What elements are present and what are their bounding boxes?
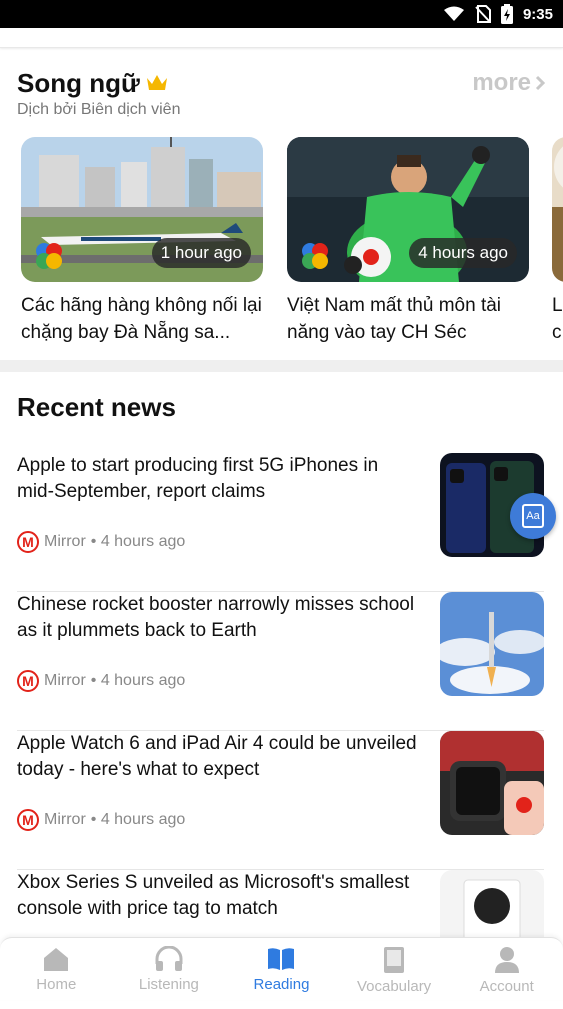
- news-time: • 4 hours ago: [90, 811, 186, 828]
- bilingual-card[interactable]: 4 hours ago Việt Nam mất thủ môn tài năn…: [287, 137, 529, 346]
- news-time: • 4 hours ago: [90, 672, 186, 689]
- bilingual-carousel[interactable]: 1 hour ago Các hãng hàng không nối lại c…: [21, 137, 563, 347]
- news-item[interactable]: Apple to start producing first 5G iPhone…: [17, 453, 544, 592]
- card-image-airport: 1 hour ago: [21, 137, 263, 282]
- crown-icon: [146, 75, 167, 90]
- news-title: Xbox Series S unveiled as Microsoft's sm…: [17, 872, 410, 919]
- news-meta: M Mirror • 4 hours ago: [17, 531, 185, 553]
- more-label: more: [472, 69, 531, 96]
- bilingual-card[interactable]: L c: [552, 137, 563, 346]
- song-ngu-subtitle: Dịch bởi Biên dịch viên: [17, 101, 181, 118]
- section-separator: [0, 360, 563, 372]
- card-title: Việt Nam mất thủ môn tài năng vào tay CH…: [287, 295, 502, 343]
- time-badge: 4 hours ago: [409, 238, 517, 268]
- book-icon: [268, 948, 295, 970]
- news-meta: M Mirror • 4 hours ago: [17, 809, 185, 831]
- news-time: • 4 hours ago: [90, 533, 186, 550]
- bottom-nav: Home Listening Reading Vocabulary Accoun…: [0, 937, 563, 1000]
- nav-item-listening[interactable]: Listening: [113, 938, 226, 1000]
- nav-label: Listening: [138, 976, 199, 993]
- no-sim-icon: [475, 5, 491, 23]
- mirror-logo-icon: M: [17, 809, 39, 831]
- person-icon: [494, 947, 519, 973]
- headphones-icon: [155, 946, 183, 971]
- news-thumbnail-rocket: [440, 592, 544, 696]
- nav-item-vocabulary[interactable]: Vocabulary: [338, 938, 451, 1000]
- news-item[interactable]: Chinese rocket booster narrowly misses s…: [17, 592, 544, 731]
- wifi-icon: [443, 6, 464, 21]
- bilingual-card[interactable]: 1 hour ago Các hãng hàng không nối lại c…: [21, 137, 263, 346]
- news-title: Chinese rocket booster narrowly misses s…: [17, 594, 415, 641]
- bilingual-flag-icon: [302, 243, 328, 269]
- news-item[interactable]: Apple Watch 6 and iPad Air 4 could be un…: [17, 731, 544, 870]
- home-icon: [44, 948, 69, 971]
- battery-charging-icon: [500, 4, 513, 24]
- nav-label: Account: [479, 978, 534, 995]
- card-image-partial: [552, 137, 563, 282]
- top-header-edge: [0, 28, 563, 48]
- news-title: Apple Watch 6 and iPad Air 4 could be un…: [17, 733, 417, 780]
- news-source: Mirror: [44, 533, 86, 550]
- nav-label: Home: [36, 976, 77, 993]
- mirror-logo-icon: M: [17, 670, 39, 692]
- news-source: Mirror: [44, 672, 86, 689]
- news-thumbnail-watch: [440, 731, 544, 835]
- text-size-button[interactable]: Aa: [510, 493, 556, 539]
- nav-item-home[interactable]: Home: [0, 938, 113, 1000]
- recent-news-title: Recent news: [17, 392, 176, 422]
- card-title: L c: [552, 295, 562, 343]
- nav-label: Reading: [253, 976, 310, 993]
- time-badge: 1 hour ago: [151, 238, 251, 268]
- book-aa-icon: Aa: [522, 504, 544, 528]
- news-meta: M Mirror • 4 hours ago: [17, 670, 185, 692]
- news-source: Mirror: [44, 811, 86, 828]
- card-title: Các hãng hàng không nối lại chặng bay Đà…: [21, 295, 262, 343]
- bilingual-flag-icon: [36, 243, 62, 269]
- song-ngu-title: Song ngữ: [17, 67, 140, 98]
- status-bar: 9:35: [0, 0, 563, 28]
- card-image-goalkeeper: 4 hours ago: [287, 137, 529, 282]
- news-title: Apple to start producing first 5G iPhone…: [17, 455, 379, 502]
- more-link[interactable]: more: [472, 69, 545, 97]
- mirror-logo-icon: M: [17, 531, 39, 553]
- notebook-icon: [384, 947, 405, 973]
- chevron-right-icon: [535, 75, 545, 91]
- status-time: 9:35: [522, 5, 553, 23]
- section-title: Song ngữ: [17, 68, 168, 99]
- nav-label: Vocabulary: [356, 978, 432, 995]
- nav-item-account[interactable]: Account: [450, 938, 563, 1000]
- song-ngu-header: Song ngữ more: [17, 66, 545, 100]
- nav-item-reading[interactable]: Reading: [225, 938, 338, 1000]
